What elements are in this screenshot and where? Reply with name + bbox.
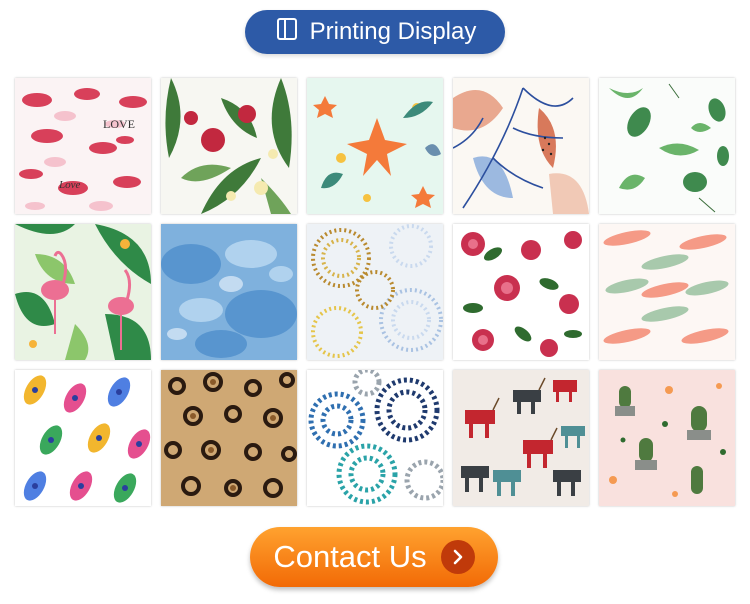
book-icon: [274, 16, 300, 49]
peacock-feather-pattern: [15, 370, 151, 506]
cactus-pattern: [599, 370, 735, 506]
gold-chrysanthemum-pattern: [307, 224, 443, 360]
tropical-hibiscus-pattern: [161, 78, 297, 214]
blue-dahlia-pattern: [307, 370, 443, 506]
pattern-grid: LOVE Love: [15, 78, 735, 508]
orange-lily-pattern: [307, 78, 443, 214]
love-word-2: Love: [58, 179, 81, 191]
lips-love-pattern: LOVE Love: [15, 78, 151, 214]
banner-title: Printing Display: [309, 18, 477, 45]
abstract-leaves-pattern: [453, 78, 589, 214]
printing-display-banner: Printing Display: [245, 10, 505, 54]
chevron-right-icon: [440, 540, 475, 574]
reindeer-pattern: [453, 370, 589, 506]
green-leaves-pattern: [599, 78, 735, 214]
contact-us-button[interactable]: Contact Us: [250, 527, 498, 587]
love-word-1: LOVE: [103, 117, 135, 131]
red-roses-pattern: [453, 224, 589, 360]
blue-watercolor-pattern: [161, 224, 297, 360]
leopard-print-pattern: [161, 370, 297, 506]
flamingo-pattern: [15, 224, 151, 360]
feather-pattern: [599, 224, 735, 360]
contact-us-label: Contact Us: [273, 539, 427, 574]
